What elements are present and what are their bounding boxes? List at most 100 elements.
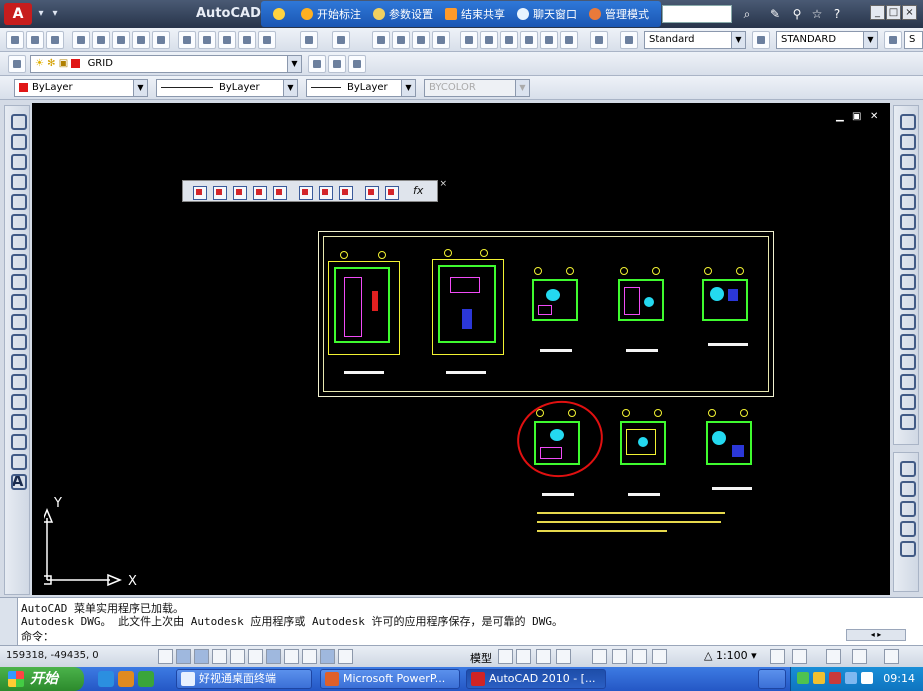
properties-icon[interactable] — [460, 31, 478, 49]
showmotion-icon[interactable] — [652, 649, 667, 664]
admin-mode-button[interactable]: 管理模式 — [589, 6, 649, 22]
spline-icon[interactable] — [9, 272, 27, 290]
extend-icon[interactable] — [898, 312, 916, 330]
ortho-mode-icon[interactable] — [194, 649, 209, 664]
restore-button[interactable]: □ — [886, 5, 901, 20]
dynamic-input-icon[interactable] — [302, 649, 317, 664]
layer-previous-icon[interactable] — [328, 55, 346, 73]
ie-icon[interactable] — [98, 671, 114, 687]
input-method-icon[interactable] — [861, 672, 873, 684]
signal-icon[interactable]: ⚲ — [788, 5, 806, 23]
quick-view-drawings-icon[interactable] — [556, 649, 571, 664]
minimize-button[interactable]: _ — [870, 5, 885, 20]
network-icon[interactable] — [797, 672, 809, 684]
task-powerpoint[interactable]: Microsoft PowerP... — [320, 669, 460, 689]
copy-icon[interactable] — [198, 31, 216, 49]
pan-icon[interactable] — [372, 31, 390, 49]
steering-wheel-icon[interactable] — [632, 649, 647, 664]
publish-icon[interactable] — [112, 31, 130, 49]
layer-manager-icon[interactable] — [8, 55, 26, 73]
linetype-select[interactable]: ByLayer ▼ — [156, 79, 298, 97]
plot-preview-icon[interactable] — [92, 31, 110, 49]
quick-access-icon[interactable]: ▾ — [48, 6, 62, 22]
viewport-minimize-button[interactable]: ▁ — [836, 111, 844, 122]
table-style-icon[interactable] — [884, 31, 902, 49]
chamfer-icon[interactable] — [898, 392, 916, 410]
redo-icon[interactable] — [332, 31, 350, 49]
polyline-icon[interactable] — [9, 152, 27, 170]
insert-block-icon[interactable] — [9, 332, 27, 350]
ellipse-arc-icon[interactable] — [9, 312, 27, 330]
autocad-logo-icon[interactable]: A — [4, 3, 32, 25]
dim-style-icon[interactable] — [752, 31, 770, 49]
close-button[interactable]: × — [902, 5, 917, 20]
help-icon[interactable]: ? — [828, 5, 846, 23]
pin-button[interactable] — [273, 8, 289, 20]
viewport-close-button[interactable]: ✕ — [870, 111, 878, 122]
region-icon[interactable] — [9, 432, 27, 450]
rectangle-icon[interactable] — [9, 192, 27, 210]
lock-ui-icon[interactable] — [826, 649, 841, 664]
convert-icon[interactable] — [383, 184, 399, 200]
draw-order-icon[interactable] — [898, 459, 916, 477]
point-icon[interactable] — [9, 372, 27, 390]
construction-line-icon[interactable] — [9, 132, 27, 150]
search-input[interactable] — [662, 5, 732, 23]
text-order-icon[interactable] — [898, 479, 916, 497]
status-tray-icon[interactable] — [852, 649, 867, 664]
param-settings-button[interactable]: 参数设置 — [373, 6, 433, 22]
join-icon[interactable] — [898, 372, 916, 390]
clean-screen-icon[interactable] — [884, 649, 899, 664]
start-button[interactable]: 开始 — [0, 667, 84, 691]
paste-icon[interactable] — [218, 31, 236, 49]
tools-icon[interactable]: ✎ — [766, 5, 784, 23]
rotate-icon[interactable] — [898, 232, 916, 250]
ordinate-dim-icon[interactable] — [251, 184, 267, 200]
radius-dim-icon[interactable] — [271, 184, 287, 200]
command-scrollbar[interactable] — [0, 598, 18, 646]
polar-tracking-icon[interactable] — [212, 649, 227, 664]
trim-icon[interactable] — [898, 292, 916, 310]
end-share-button[interactable]: 结束共享 — [445, 6, 505, 22]
chat-window-button[interactable]: 聊天窗口 — [517, 6, 577, 22]
table-icon[interactable] — [9, 452, 27, 470]
start-annotate-button[interactable]: 开始标注 — [301, 6, 361, 22]
linear-dim-icon[interactable] — [191, 184, 207, 200]
volume-icon[interactable] — [845, 672, 857, 684]
ellipse-icon[interactable] — [9, 292, 27, 310]
new-file-icon[interactable] — [6, 31, 24, 49]
command-prompt[interactable]: 命令： — [21, 628, 54, 644]
task-autocad[interactable]: AutoCAD 2010 - [... — [466, 669, 606, 689]
markup-icon[interactable] — [540, 31, 558, 49]
layer-states-icon[interactable] — [348, 55, 366, 73]
task-video-terminal[interactable]: 好视通桌面终端 — [176, 669, 312, 689]
continue-dim-icon[interactable] — [317, 184, 333, 200]
quick-properties-icon[interactable] — [338, 649, 353, 664]
lineweight-select[interactable]: ByLayer ▼ — [306, 79, 416, 97]
text-style-select[interactable]: Standard ▼ — [644, 31, 746, 49]
workspace-switch-icon[interactable] — [792, 649, 807, 664]
drawing-canvas[interactable]: ▁ ▣ ✕ fx × Y X — [32, 103, 890, 595]
line-icon[interactable] — [9, 112, 27, 130]
erase-icon[interactable] — [898, 112, 916, 130]
snap-mode-icon[interactable] — [158, 649, 173, 664]
revision-cloud-icon[interactable] — [9, 252, 27, 270]
make-current-layer-icon[interactable] — [308, 55, 326, 73]
binoculars-icon[interactable]: ⌕ — [738, 5, 756, 23]
text-style-icon[interactable] — [620, 31, 638, 49]
etransmit-icon[interactable] — [152, 31, 170, 49]
delete-constraint-icon[interactable] — [363, 184, 379, 200]
zoom-window-icon[interactable] — [412, 31, 430, 49]
browser-icon[interactable] — [118, 671, 134, 687]
tool-palettes-icon[interactable] — [500, 31, 518, 49]
offset-icon[interactable] — [898, 172, 916, 190]
pan-status-icon[interactable] — [592, 649, 607, 664]
array-icon[interactable] — [898, 192, 916, 210]
zoom-status-icon[interactable] — [612, 649, 627, 664]
layout-icon[interactable] — [498, 649, 513, 664]
polygon-icon[interactable] — [9, 172, 27, 190]
3d-osnap-icon[interactable] — [248, 649, 263, 664]
show-desktop-icon[interactable] — [138, 671, 154, 687]
arc-length-icon[interactable] — [231, 184, 247, 200]
color-select[interactable]: ByLayer ▼ — [14, 79, 148, 97]
